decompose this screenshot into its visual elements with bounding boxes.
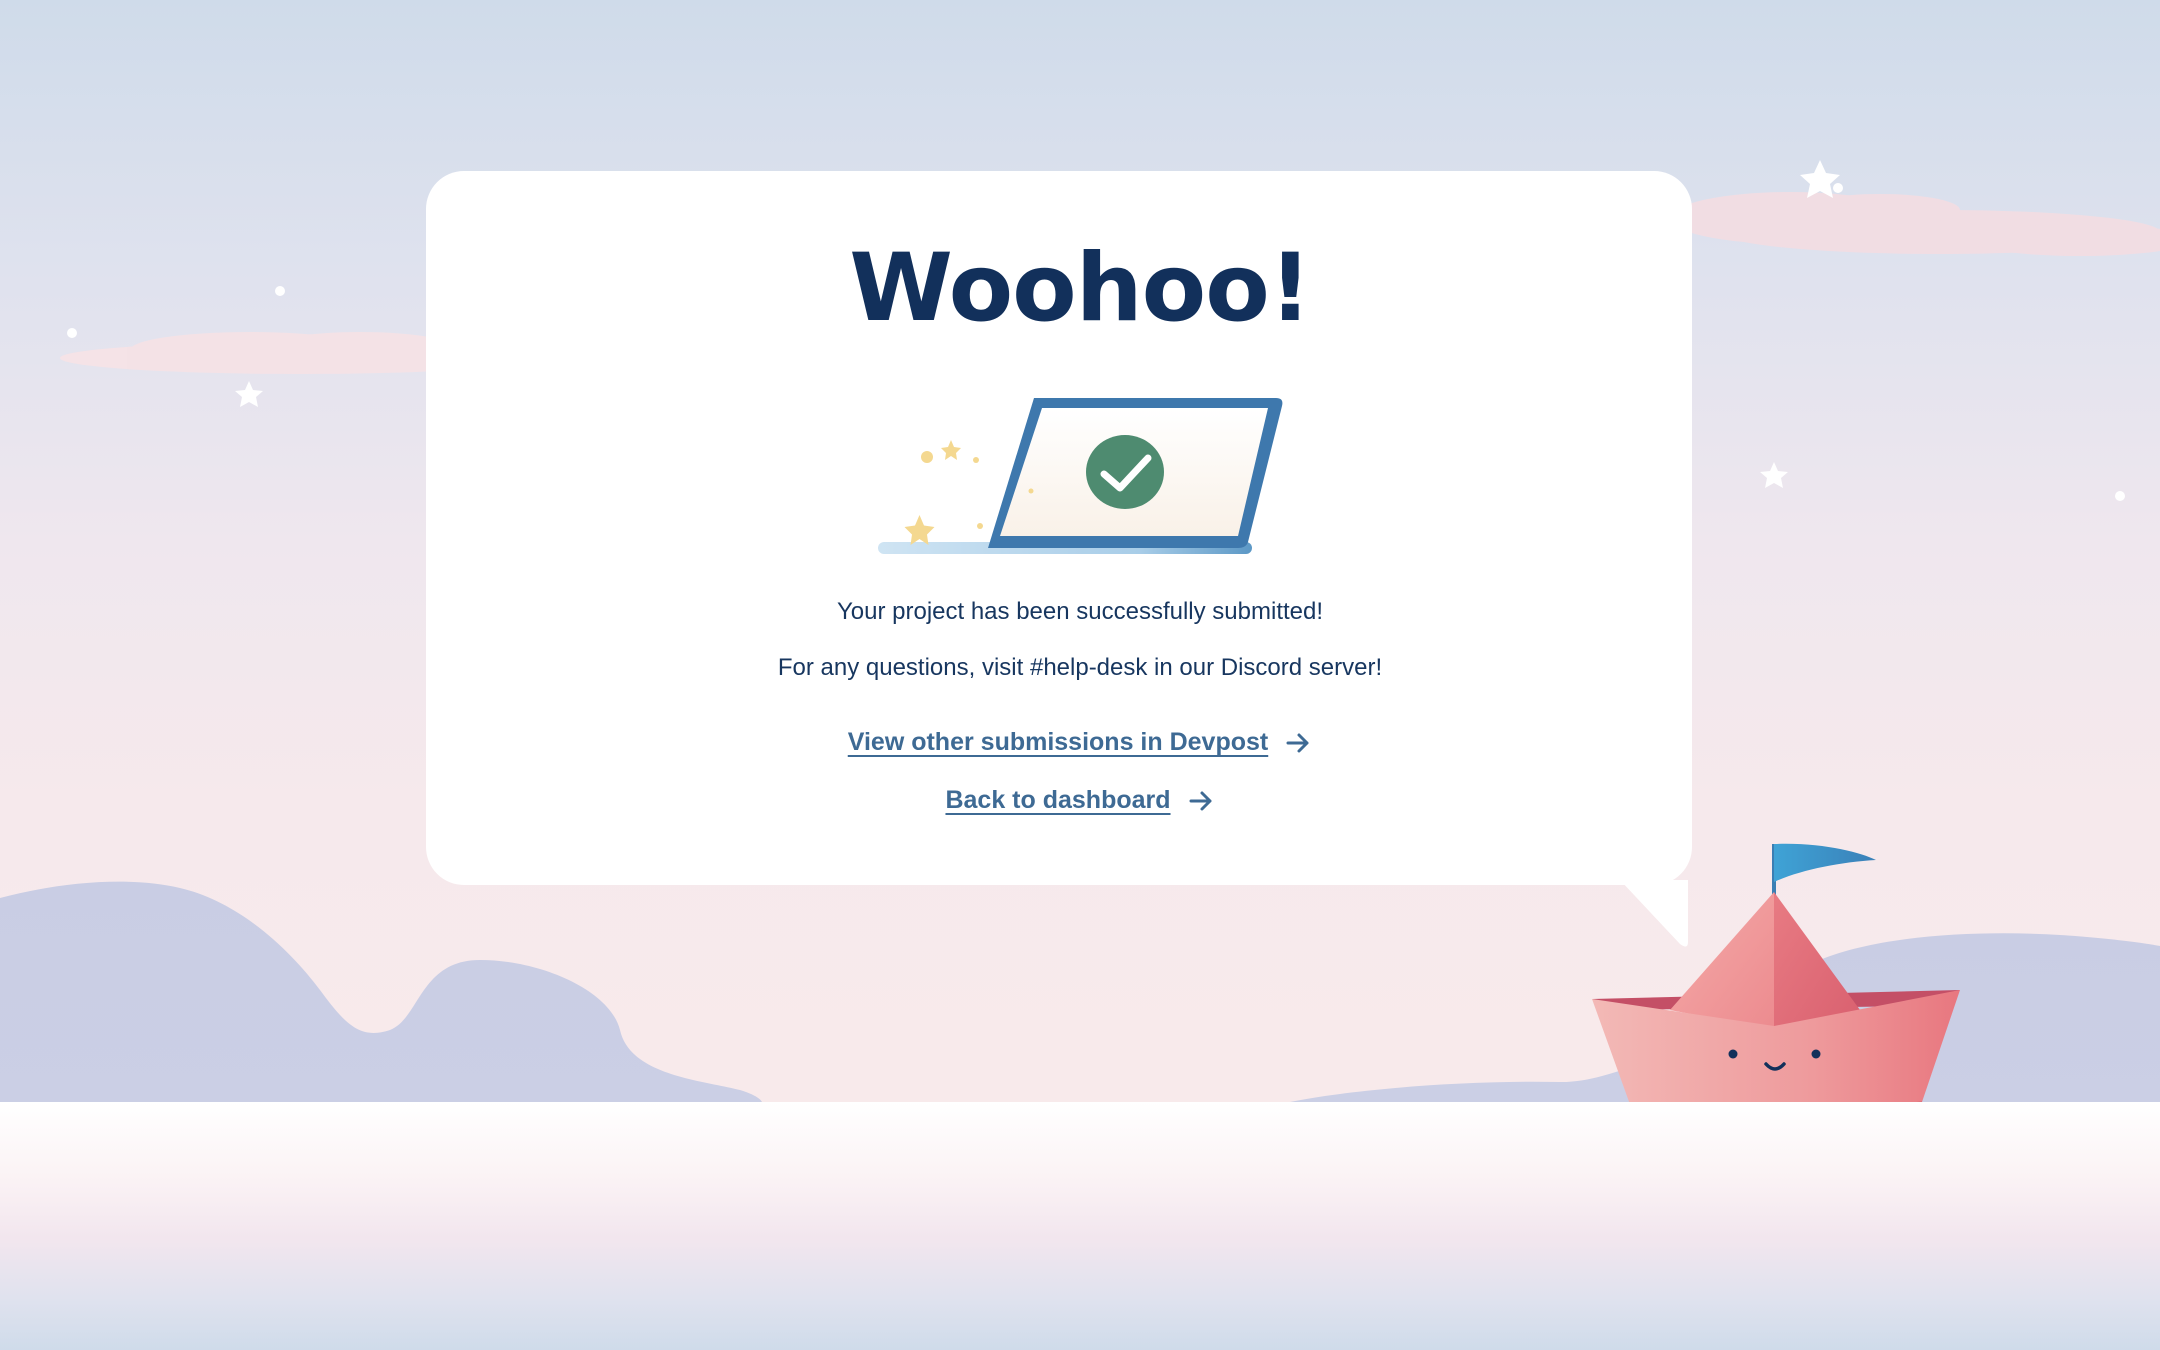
view-submissions-label: View other submissions in Devpost xyxy=(847,728,1269,756)
back-dashboard-link[interactable]: Back to dashboard xyxy=(945,786,1214,815)
speech-bubble-tail xyxy=(1620,880,1688,947)
laptop-check-icon xyxy=(878,398,1283,554)
back-dashboard-label: Back to dashboard xyxy=(945,786,1171,814)
arrow-right-icon xyxy=(1189,791,1212,810)
hill-left xyxy=(0,881,762,1102)
help-message: For any questions, visit #help-desk in o… xyxy=(777,654,1383,681)
page-title: Woohoo! xyxy=(849,234,1311,343)
view-submissions-link[interactable]: View other submissions in Devpost xyxy=(848,728,1312,757)
arrow-right-icon xyxy=(1286,733,1309,752)
success-message: Your project has been successfully submi… xyxy=(836,598,1324,625)
ground xyxy=(0,1102,2160,1350)
